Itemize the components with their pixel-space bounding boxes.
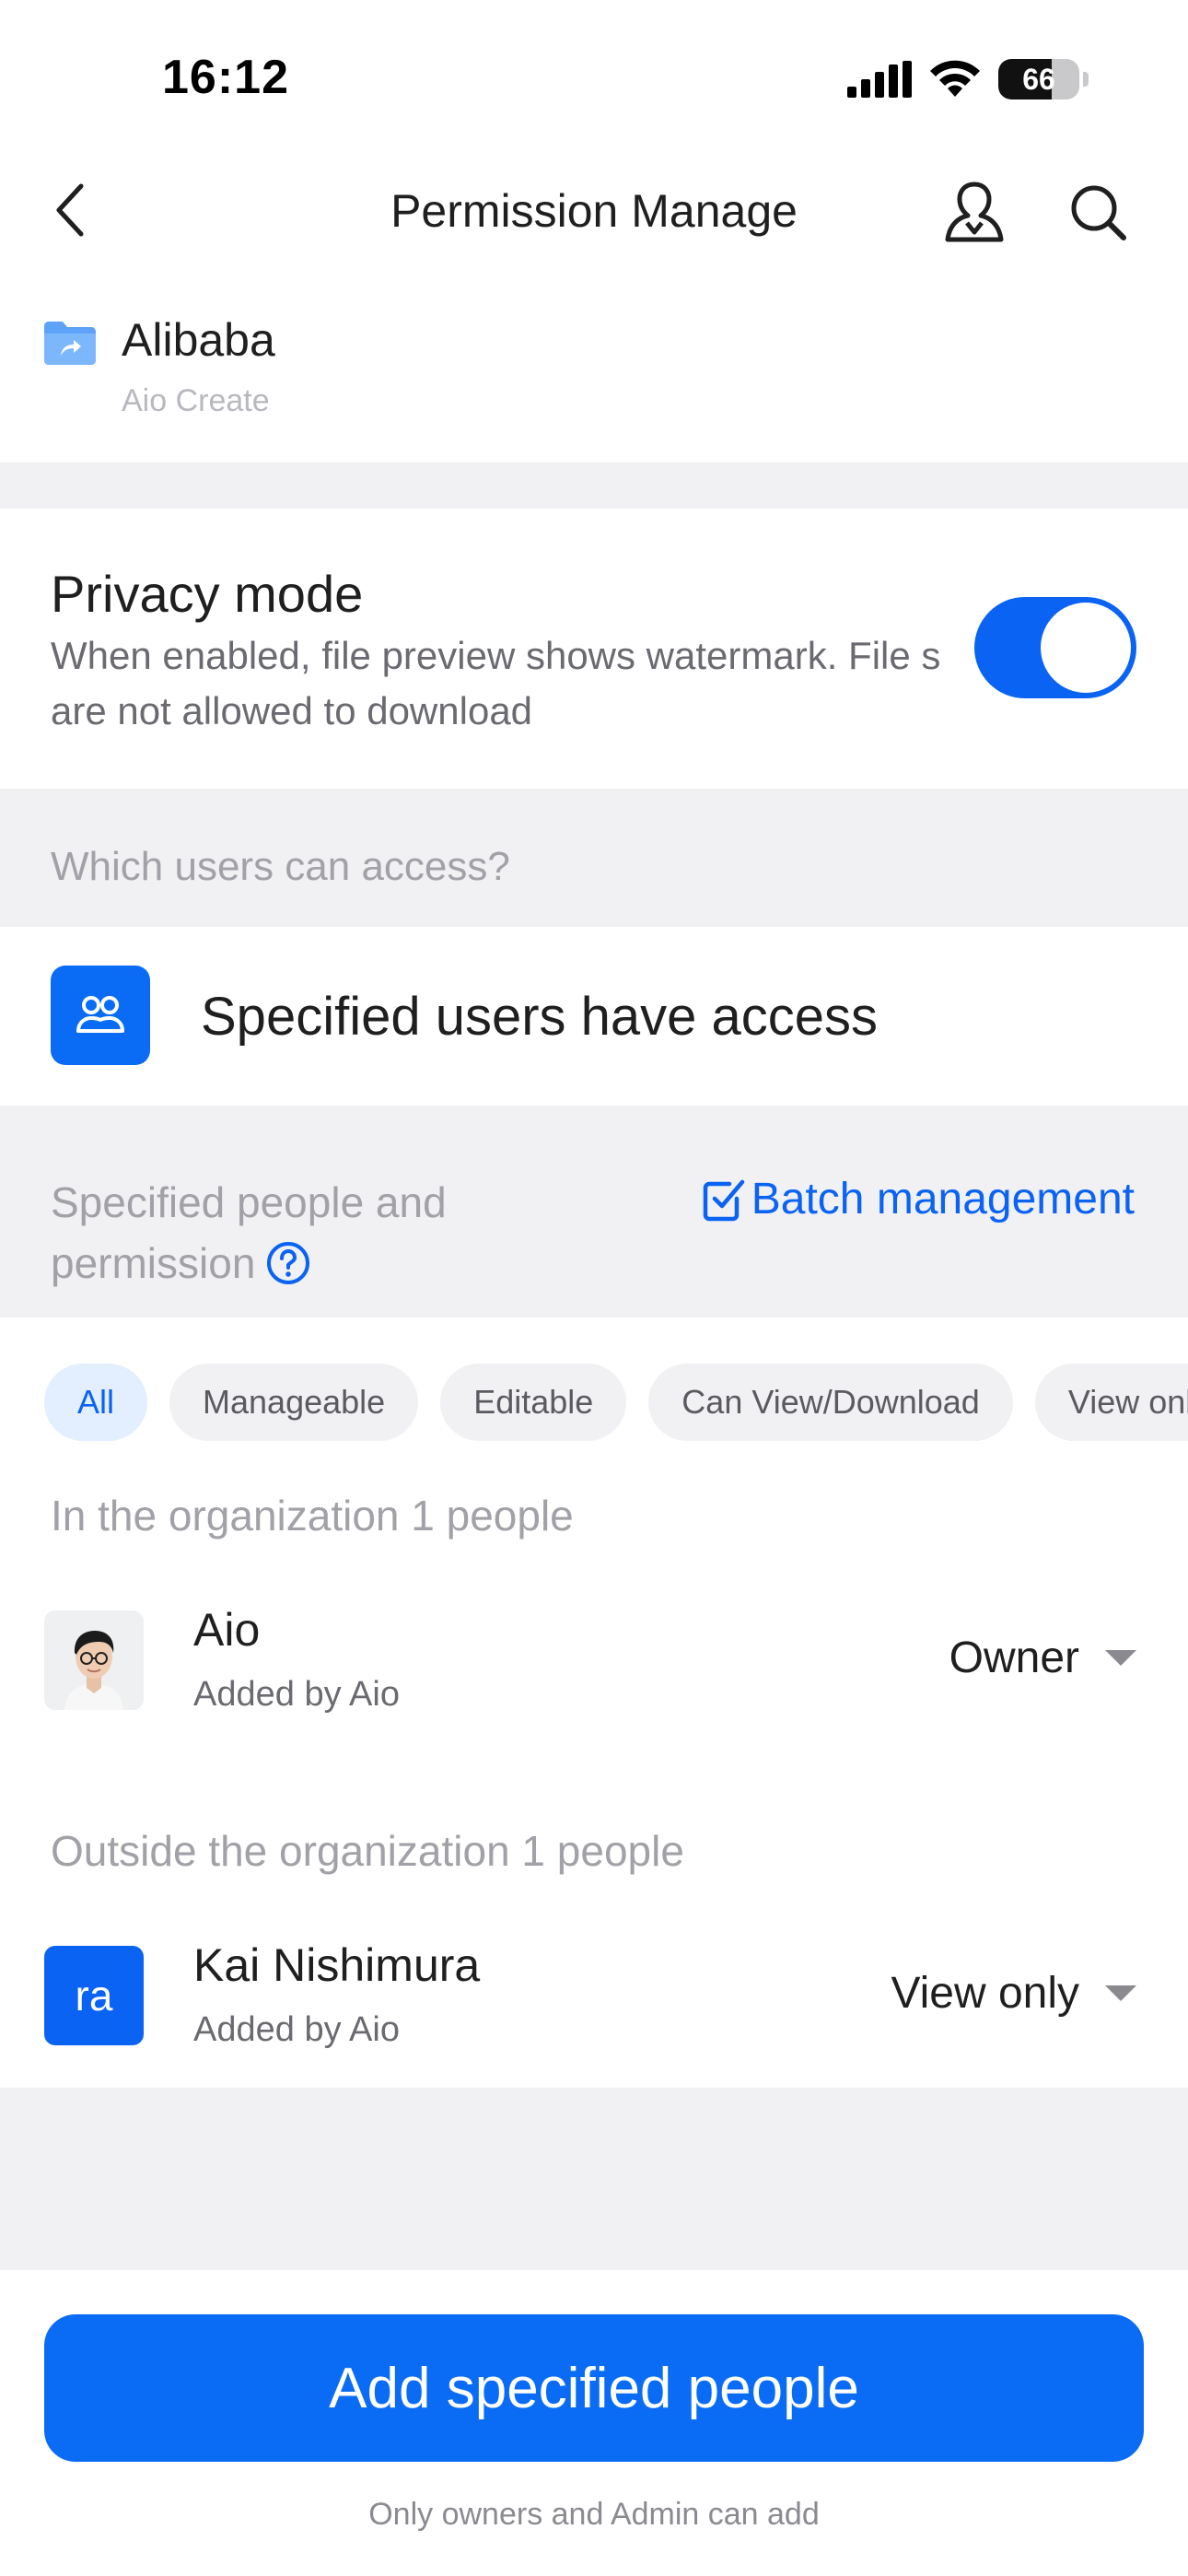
privacy-mode-description: When enabled, file preview shows waterma… (51, 634, 941, 732)
search-button[interactable] (1061, 175, 1135, 249)
privacy-mode-section: Privacy mode When enabled, file preview … (0, 509, 1188, 789)
people-permission-label: Specified people and permission (51, 1172, 566, 1294)
file-creator: Aio Create (122, 383, 270, 418)
battery-icon: 66 (998, 59, 1079, 100)
status-time: 16:12 (162, 51, 289, 104)
role-dropdown[interactable]: Owner (949, 1633, 1136, 1683)
battery-tip (1083, 72, 1089, 87)
wifi-icon (930, 60, 980, 97)
shared-folder-icon (44, 322, 96, 365)
filter-chip-can-view-download[interactable]: Can View/Download (648, 1364, 1013, 1441)
filter-chip-editable[interactable]: Editable (440, 1364, 627, 1441)
filter-chip-row: All Manageable Editable Can View/Downloa… (0, 1317, 1188, 1465)
member-name: Aio (193, 1604, 261, 1656)
role-dropdown[interactable]: View only (891, 1968, 1136, 2019)
member-row[interactable]: Aio Added by Aio Owner (0, 1583, 1188, 1714)
file-header: Alibaba Aio Create (0, 295, 1188, 463)
section-label-outside-org: Outside the organization 1 people (51, 1827, 684, 1875)
section-divider (0, 463, 1188, 509)
person-photo-icon (44, 1610, 144, 1710)
status-icons: 66 (847, 57, 1089, 101)
privacy-mode-toggle[interactable] (974, 597, 1136, 698)
empty-area (0, 2088, 1188, 2270)
role-value: View only (891, 1969, 1079, 2018)
batch-management-button[interactable]: Batch management (702, 1174, 1135, 1224)
avatar (44, 1610, 144, 1710)
bottom-bar: Add specified people Only owners and Adm… (0, 2270, 1188, 2576)
member-added-by: Added by Aio (193, 1675, 400, 1714)
caret-down-icon (1105, 1650, 1136, 1666)
access-header: Which users can access? (0, 789, 1188, 927)
privacy-mode-title: Privacy mode (51, 565, 364, 623)
add-specified-people-button[interactable]: Add specified people (44, 2314, 1144, 2462)
search-icon (1071, 185, 1126, 240)
access-option-row[interactable]: Specified users have access (0, 927, 1188, 1106)
role-value: Owner (949, 1633, 1079, 1682)
cellular-signal-icon (847, 61, 912, 98)
group-icon (76, 996, 124, 1033)
filter-chip-view-only[interactable]: View only (1034, 1364, 1188, 1441)
nav-bar: Permission Manage (0, 157, 1188, 263)
battery-percent: 66 (1022, 62, 1055, 96)
file-name: Alibaba (122, 314, 275, 366)
section-label-inside-org: In the organization 1 people (51, 1492, 574, 1540)
people-permission-header: Specified people and permission Batch ma… (0, 1106, 1188, 1317)
member-name: Kai Nishimura (193, 1939, 481, 1991)
access-icon-box (51, 966, 150, 1065)
status-bar: 16:12 66 (0, 0, 1188, 157)
member-row[interactable]: ra Kai Nishimura Added by Aio View only (0, 1918, 1188, 2049)
collaborator-button[interactable] (938, 175, 1011, 249)
filter-chips: All Manageable Editable Can View/Downloa… (44, 1364, 1188, 1441)
filter-chip-manageable[interactable]: Manageable (169, 1364, 419, 1441)
avatar: ra (44, 1946, 144, 2045)
checkbox-icon (703, 1179, 744, 1221)
toggle-knob (1041, 603, 1131, 693)
access-question: Which users can access? (51, 844, 510, 889)
filter-chip-all[interactable]: All (44, 1364, 148, 1441)
caret-down-icon (1105, 1985, 1136, 2001)
help-icon[interactable] (266, 1241, 310, 1285)
people-permission-text: Specified people and permission (51, 1178, 447, 1287)
add-permission-hint: Only owners and Admin can add (368, 2497, 820, 2532)
member-added-by: Added by Aio (193, 2010, 400, 2049)
user-icon (945, 181, 1004, 242)
access-option-label: Specified users have access (201, 987, 879, 1047)
member-list: In the organization 1 people Aio Added b… (0, 1465, 1188, 2088)
batch-management-label: Batch management (751, 1175, 1135, 1224)
